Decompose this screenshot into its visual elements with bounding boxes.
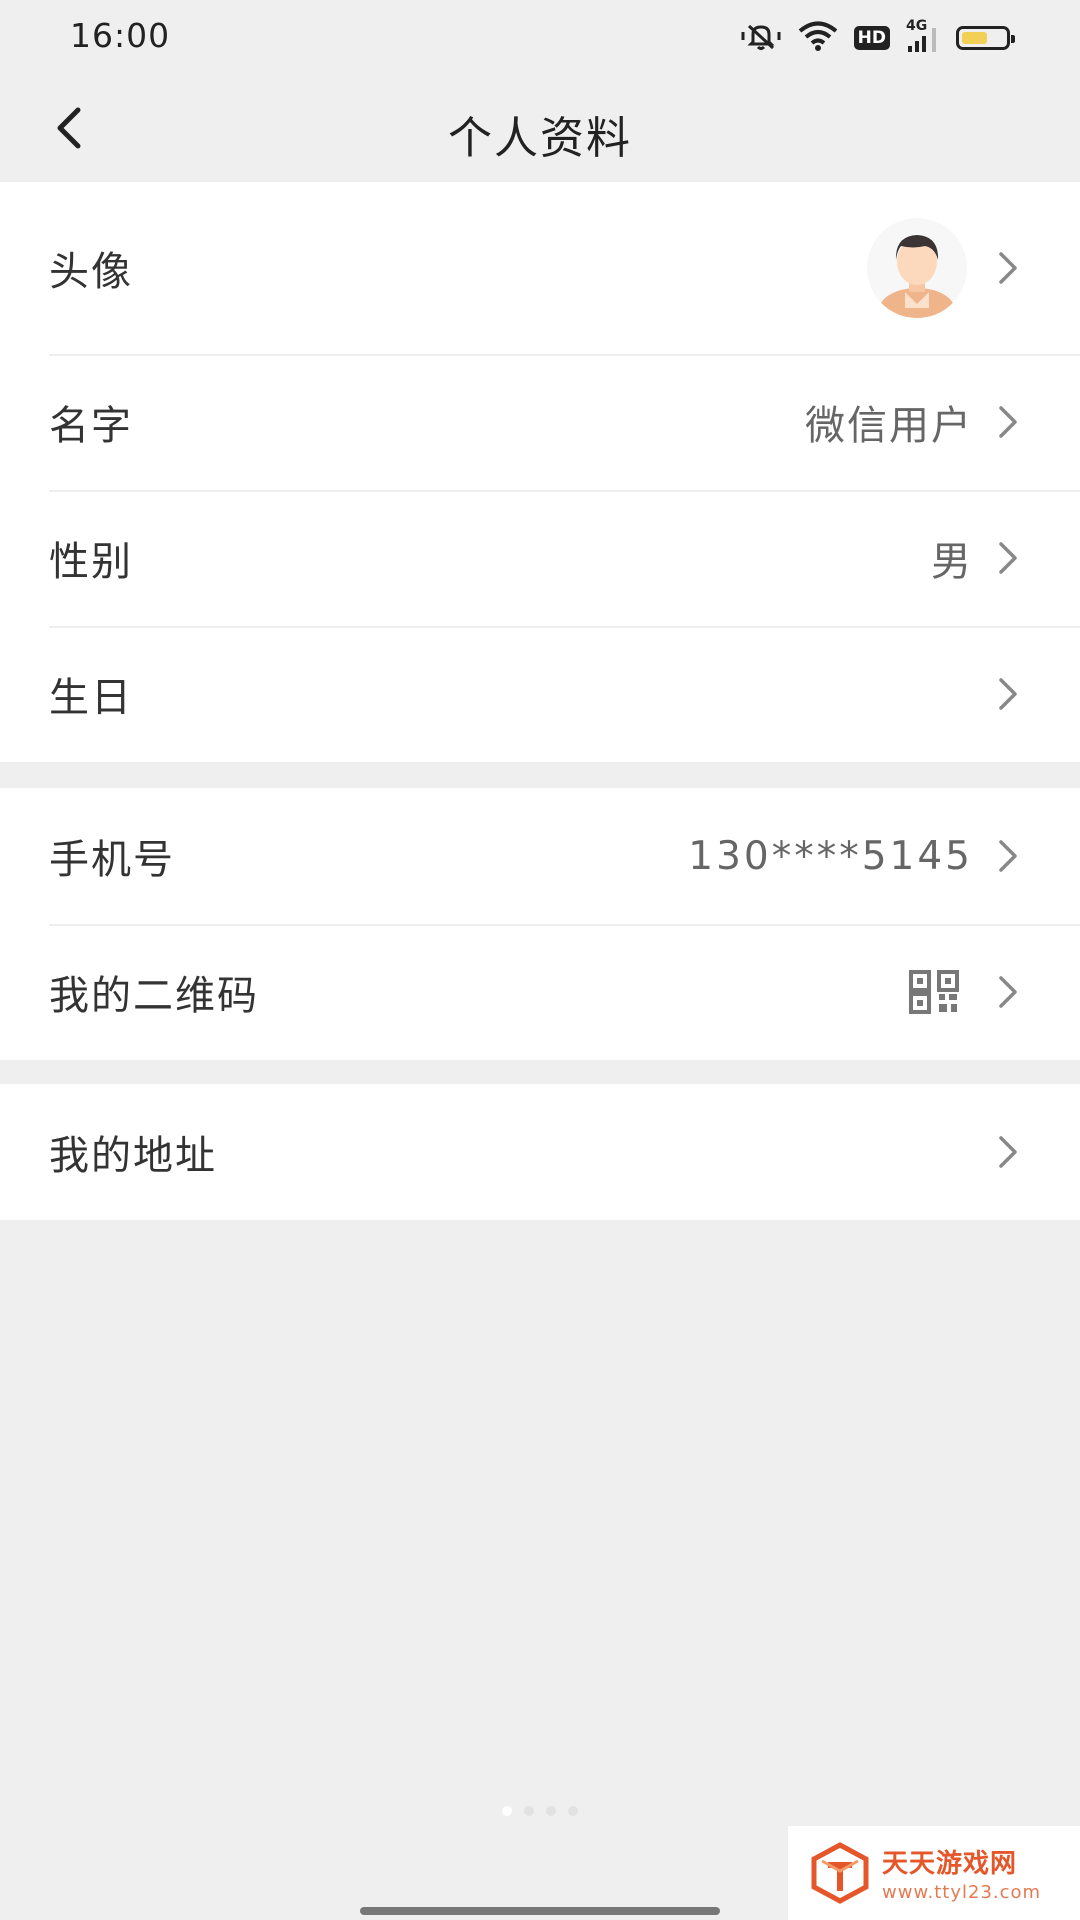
page-title: 个人资料: [448, 113, 632, 164]
page-indicator: [0, 1806, 1080, 1816]
watermark-text: 天天游戏网 www.ttyl23.com: [882, 1843, 1041, 1903]
phone-value: 130****5145: [688, 833, 973, 879]
mute-bell-icon: [740, 20, 782, 56]
avatar-row-right: [867, 218, 1025, 318]
gender-row-right: 男: [931, 529, 1025, 587]
page-dot: [546, 1806, 556, 1816]
phone-row[interactable]: 手机号 130****5145: [0, 788, 1080, 924]
name-row-right: 微信用户: [805, 393, 1025, 451]
address-row-right: [991, 1135, 1025, 1169]
address-row[interactable]: 我的地址: [0, 1084, 1080, 1220]
chevron-right-icon: [991, 975, 1025, 1009]
watermark-url: www.ttyl23.com: [882, 1882, 1042, 1903]
status-bar: 16:00 HD 4G: [0, 0, 1080, 76]
screen: 16:00 HD 4G 个人资料 头像 名字 微信用户 性别 男 生日 手机号 …: [0, 0, 1080, 1920]
avatar-label: 头像: [49, 249, 133, 295]
signal-4g-icon: 4G: [906, 18, 940, 54]
qrcode-icon: [909, 970, 961, 1014]
gender-value: 男: [931, 539, 973, 585]
address-group: 我的地址: [0, 1084, 1080, 1220]
birthday-row[interactable]: 生日: [0, 626, 1080, 762]
page-dot: [502, 1806, 512, 1816]
birthday-label: 生日: [49, 675, 133, 721]
avatar: [867, 218, 967, 318]
chevron-right-icon: [991, 677, 1025, 711]
status-icons: HD 4G: [740, 18, 1015, 58]
phone-label: 手机号: [49, 837, 175, 883]
name-label: 名字: [49, 403, 133, 449]
gender-label: 性别: [49, 539, 133, 585]
account-group: 手机号 130****5145 我的二维码: [0, 788, 1080, 1060]
qrcode-label: 我的二维码: [49, 973, 259, 1019]
gender-row[interactable]: 性别 男: [0, 490, 1080, 626]
home-indicator[interactable]: [360, 1907, 720, 1915]
wifi-icon: [798, 20, 838, 56]
battery-tip: [1011, 35, 1015, 43]
chevron-right-icon: [991, 1135, 1025, 1169]
birthday-row-right: [973, 677, 1025, 711]
battery-fill: [962, 32, 987, 44]
name-value: 微信用户: [805, 403, 973, 449]
phone-row-right: 130****5145: [688, 834, 1025, 879]
chevron-right-icon: [991, 839, 1025, 873]
avatar-row[interactable]: 头像: [0, 182, 1080, 354]
status-time: 16:00: [70, 16, 171, 55]
battery-icon: [956, 26, 1015, 50]
chevron-right-icon: [991, 251, 1025, 285]
profile-group: 头像 名字 微信用户 性别 男 生日: [0, 182, 1080, 762]
page-dot: [568, 1806, 578, 1816]
chevron-right-icon: [991, 405, 1025, 439]
chevron-right-icon: [991, 541, 1025, 575]
watermark-logo-icon: [808, 1841, 872, 1905]
qrcode-row[interactable]: 我的二维码: [0, 924, 1080, 1060]
page-dot: [524, 1806, 534, 1816]
qrcode-row-right: [909, 970, 1025, 1014]
watermark-name: 天天游戏网: [882, 1849, 1018, 1879]
address-label: 我的地址: [49, 1133, 217, 1179]
nav-bar: 个人资料: [0, 76, 1080, 182]
hd-icon: HD: [853, 26, 890, 50]
name-row[interactable]: 名字 微信用户: [0, 354, 1080, 490]
watermark: 天天游戏网 www.ttyl23.com: [788, 1826, 1080, 1920]
